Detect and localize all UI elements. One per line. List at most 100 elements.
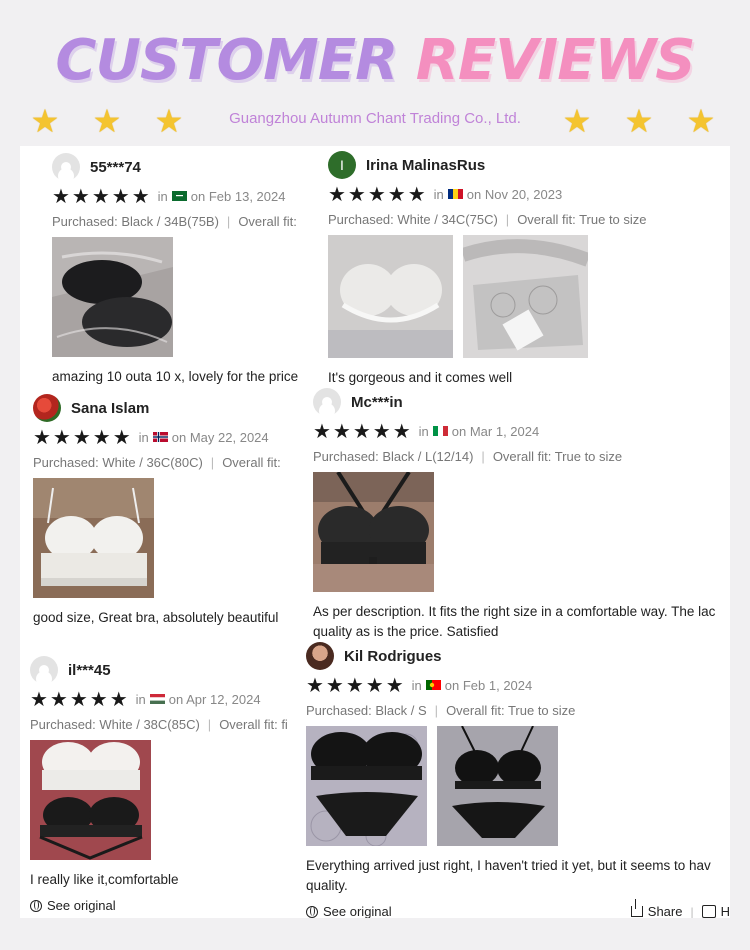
portugal-flag-icon [425,680,441,690]
helpful-button[interactable]: H [701,904,730,918]
avatar [313,388,341,416]
hungary-flag-icon [149,694,165,704]
title-word-customer: CUSTOMER [55,28,398,93]
review-photo[interactable] [52,237,173,357]
see-original-link[interactable]: See original [306,904,392,918]
saudi-arabia-flag-icon [171,191,187,201]
globe-icon [30,899,42,912]
purchased-label: Purchased: [52,214,122,229]
overall-fit-label: Overall fit: [222,455,281,470]
review-date: on Mar 1, 2024 [451,423,540,439]
review-card: 55***74 ★★★★★ in on Feb 13, 2024 Purchas… [52,152,312,387]
review-photo[interactable] [33,478,154,598]
review-date: on Feb 13, 2024 [190,188,286,204]
italy-flag-icon [432,426,448,436]
share-label: Share [647,904,683,918]
see-original-label: See original [47,898,116,913]
overall-fit-label: Overall fit: [446,703,508,718]
purchased-variant: White / 36C(80C) [102,455,203,470]
in-label: in [135,691,146,707]
purchased-variant: Black / L(12/14) [382,449,474,464]
review-comment: good size, Great bra, absolutely beautif… [33,610,279,625]
review-comment: As per description. It fits the right si… [313,602,730,642]
purchased-label: Purchased: [313,449,383,464]
in-label: in [433,186,444,202]
overall-fit-value: fi [281,717,288,732]
overall-fit-value: True to size [507,703,576,718]
globe-icon [306,905,318,918]
reviewer-name: il***45 [68,661,111,679]
purchased-variant: White / 34C(75C) [397,212,498,227]
avatar [306,642,334,670]
divider: | [690,904,694,919]
review-date: on Nov 20, 2023 [466,186,563,202]
purchased-label: Purchased: [33,455,103,470]
purchase-info: Purchased: White / 38C(85C) | Overall fit:… [30,717,288,732]
share-button[interactable]: Share [630,899,683,918]
overall-fit-value: True to size [554,449,623,464]
rating-stars: ★★★★★ [30,688,130,711]
in-label: in [157,188,168,204]
rating-stars: ★★★★★ [328,183,428,206]
share-icon [630,899,643,917]
reviewer-name: Sana Islam [71,399,150,417]
review-card: Mc***in ★★★★★ in on Mar 1, 2024 Purchase… [313,387,730,642]
overall-fit-label: Overall fit: [219,717,282,732]
review-photo[interactable] [463,235,588,358]
review-photo[interactable] [30,740,151,860]
review-comment-line: Everything arrived just right, I haven't… [306,858,711,873]
overall-fit-value: True to size [579,212,647,227]
rating-stars: ★★★★★ [313,420,413,443]
review-comment: Everything arrived just right, I haven't… [306,856,730,896]
review-card: Kil Rodrigues ★★★★★ in on Feb 1, 2024 Pu… [306,641,730,918]
reviews-panel: 55***74 ★★★★★ in on Feb 13, 2024 Purchas… [20,146,730,918]
avatar [33,394,61,422]
purchase-info: Purchased: White / 36C(80C) | Overall fit: [33,455,281,470]
review-comment: amazing 10 outa 10 x, lovely for the pri… [52,369,299,384]
in-label: in [418,423,429,439]
review-card: Sana Islam ★★★★★ in on May 22, 2024 Purc… [33,393,303,628]
purchase-info: Purchased: White / 34C(75C) | Overall fit:… [328,212,647,227]
reviewer-name: Mc***in [351,393,403,411]
review-date: on Apr 12, 2024 [168,691,261,707]
review-card: il***45 ★★★★★ in on Apr 12, 2024 Purchas… [30,655,300,913]
helpful-label: H [720,904,730,918]
company-name: Guangzhou Autumn Chant Trading Co., Ltd. [229,110,521,127]
review-comment: It's gorgeous and it comes well [328,370,513,385]
in-label: in [411,677,422,693]
romania-flag-icon [447,189,463,199]
overall-fit-label: Overall fit: [238,214,297,229]
overall-fit-label: Overall fit: [517,212,580,227]
review-photo[interactable] [313,472,434,592]
reviewer-name: Irina MalinasRus [366,156,486,174]
rating-stars: ★★★★★ [33,426,133,449]
review-photo[interactable] [306,726,427,846]
purchase-info: Purchased: Black / L(12/14) | Overall fit:… [313,449,623,464]
purchase-info: Purchased: Black / 34B(75B) | Overall fit: [52,214,297,229]
overall-fit-label: Overall fit: [492,449,555,464]
review-comment-line: quality as is the price. Satisfied [313,624,499,639]
purchase-info: Purchased: Black / S | Overall fit: True t… [306,703,576,718]
title-word-reviews: REVIEWS [415,28,696,93]
purchased-variant: White / 38C(85C) [99,717,200,732]
purchased-label: Purchased: [328,212,398,227]
review-photo[interactable] [437,726,558,846]
purchased-variant: Black / S [375,703,427,718]
reviewer-name: 55***74 [90,158,141,176]
rating-stars: ★★★★★ [306,674,406,697]
purchased-label: Purchased: [306,703,376,718]
reviewer-name: Kil Rodrigues [344,647,442,665]
review-photo[interactable] [328,235,453,358]
avatar [30,656,58,684]
review-comment-line: quality. [306,878,348,893]
purchased-variant: Black / 34B(75B) [121,214,219,229]
see-original-link[interactable]: See original [30,898,300,913]
purchased-label: Purchased: [30,717,100,732]
page-title: CUSTOMER REVIEWS [0,28,750,93]
avatar: I [328,151,356,179]
review-comment: I really like it,comfortable [30,872,179,887]
review-comment-line: As per description. It fits the right si… [313,604,716,619]
avatar [52,153,80,181]
in-label: in [138,429,149,445]
rating-stars: ★★★★★ [52,185,152,208]
